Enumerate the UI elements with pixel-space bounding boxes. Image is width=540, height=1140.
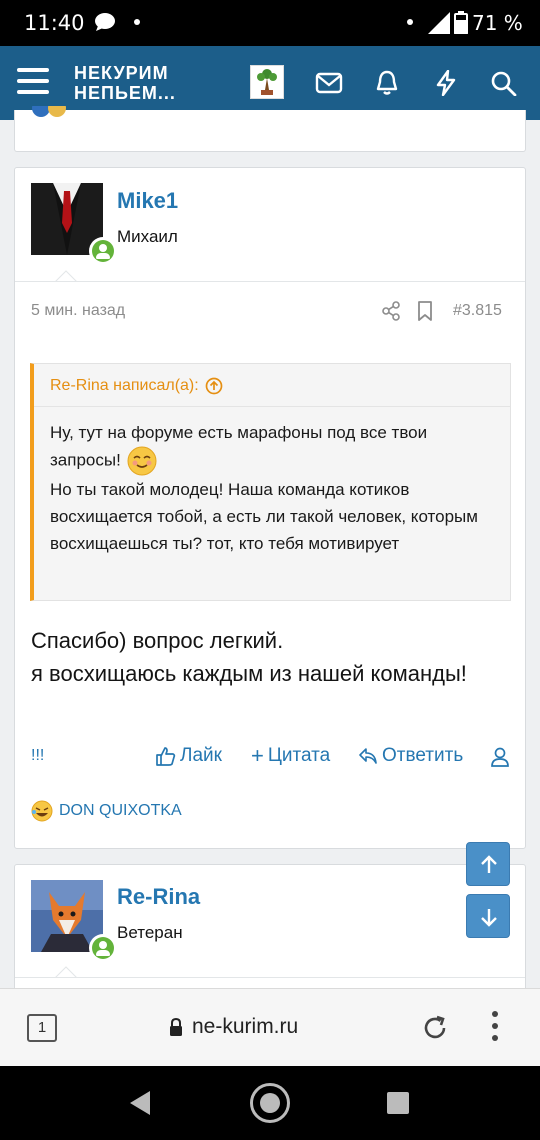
online-status-icon [89,934,117,962]
post-actions: !!! Лайк + Цитата Ответить [31,745,511,771]
notification-dot-icon [134,19,140,25]
quote-block: Re-Rina написал(а): Ну, тут на форуме ес… [30,363,511,601]
user-icon[interactable] [491,747,509,767]
bolt-icon[interactable] [432,70,460,96]
quote-header[interactable]: Re-Rina написал(а): [50,377,223,395]
quote-author: Re-Rina написал(а): [50,377,199,394]
clock: 11:40 [24,11,85,35]
author-title: Михаил [117,227,178,246]
author-name[interactable]: Mike1 [117,188,178,214]
post-card: Mike1 Михаил 5 мин. назад #3.815 Re-Rina… [14,167,526,849]
quote-body: Ну, тут на форуме есть марафоны под все … [50,419,490,557]
reaction-icons [32,106,66,117]
post-number[interactable]: #3.815 [453,302,502,320]
forum-header: НЕКУРИМ НЕПЬЕМ... [0,46,540,120]
author-title: Ветеран [117,923,183,942]
arrow-circle-up-icon[interactable] [205,377,223,395]
site-logo[interactable]: НЕКУРИМ НЕПЬЕМ... [74,63,176,103]
post-body: Спасибо) вопрос легкий. я восхищаюсь каж… [31,624,501,690]
battery-percent: 71 % [472,11,523,35]
plus-icon: + [251,743,264,768]
blushing-face-icon [127,446,157,476]
reload-icon[interactable] [421,1014,449,1042]
message-notification-icon [95,13,115,31]
thumbs-up-icon [156,747,176,766]
report-link[interactable]: !!! [31,747,44,765]
author-avatar[interactable] [31,183,117,265]
scroll-up-button[interactable] [466,842,510,886]
recent-apps-icon[interactable] [387,1092,409,1114]
quote-text-line1: Ну, тут на форуме есть марафоны под все … [50,423,428,470]
url-text: ne-kurim.ru [192,1015,299,1038]
reply-label: Ответить [382,745,464,766]
bonsai-avatar-icon [251,66,283,98]
tab-switcher-button[interactable]: 1 [27,1014,57,1042]
post-time[interactable]: 5 мин. назад [31,302,125,320]
post-text-line2: я восхищаюсь каждым из нашей команды! [31,661,467,686]
arrow-down-icon [481,909,497,927]
online-status-icon [89,237,117,265]
battery-icon [454,11,468,34]
author-name[interactable]: Re-Rina [117,884,200,910]
like-button[interactable]: Лайк [156,745,222,767]
system-nav-bar [0,1066,540,1140]
divider [15,977,525,978]
previous-post-footer [14,106,526,152]
browser-menu-icon[interactable] [490,1011,500,1045]
post-text-line1: Спасибо) вопрос легкий. [31,628,284,653]
next-post-card: Re-Rina Ветеран [14,864,526,1004]
reaction-summary[interactable]: DON QUIXOTKA [31,800,182,822]
reaction-user: DON QUIXOTKA [59,802,182,819]
quote-button[interactable]: + Цитата [251,745,330,767]
status-bar: 11:40 71 % [0,0,540,46]
quote-text-line2: Но ты такой молодец! Наша команда котико… [50,480,478,553]
arrow-up-icon [481,855,497,873]
user-avatar[interactable] [250,65,284,99]
lock-icon [170,1017,182,1036]
address-bar[interactable]: ne-kurim.ru [168,1015,298,1039]
like-label: Лайк [180,745,222,766]
reply-arrow-icon [359,748,377,764]
bookmark-icon[interactable] [417,301,433,321]
inbox-icon[interactable] [315,70,343,96]
back-icon[interactable] [128,1090,152,1116]
home-icon[interactable] [250,1083,290,1123]
share-icon[interactable] [381,301,401,321]
reply-button[interactable]: Ответить [358,745,463,767]
scroll-down-button[interactable] [466,894,510,938]
quote-label: Цитата [267,745,331,766]
bell-icon[interactable] [373,70,401,96]
quote-divider [34,406,510,407]
browser-toolbar: 1 ne-kurim.ru [0,988,540,1066]
notification-dot-icon [407,19,413,25]
search-icon[interactable] [490,70,518,96]
laughing-face-icon [31,800,53,822]
author-avatar[interactable] [31,880,117,962]
menu-icon[interactable] [17,68,49,96]
signal-icon [428,12,450,34]
divider [15,281,525,282]
